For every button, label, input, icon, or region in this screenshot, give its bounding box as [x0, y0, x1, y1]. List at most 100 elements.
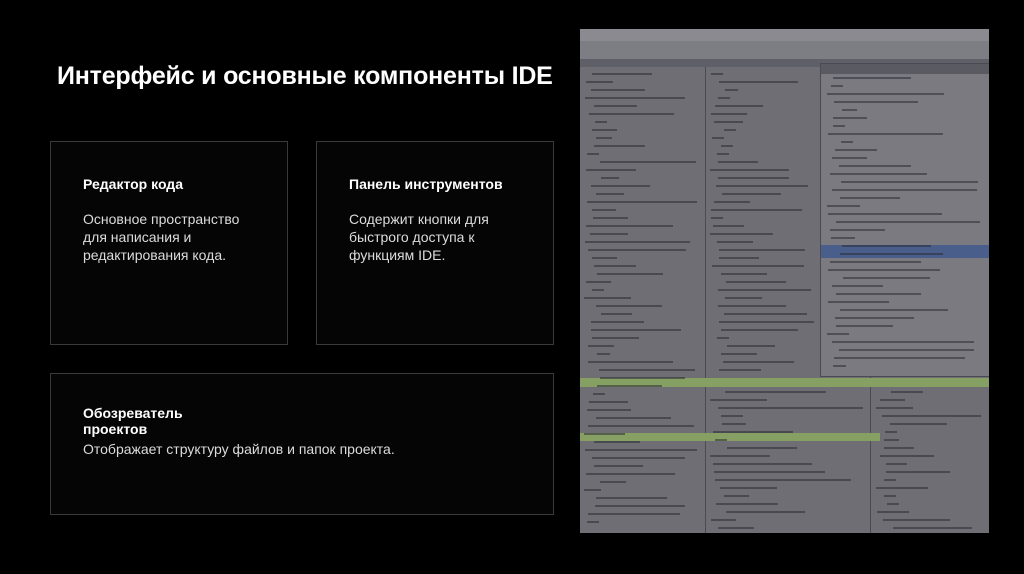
- code-line: [592, 289, 604, 291]
- card-body: Отображает структуру файлов и папок прое…: [83, 441, 395, 457]
- code-line: [882, 415, 981, 417]
- card-toolbar: Панель инструментов Содержит кнопки для …: [316, 141, 554, 345]
- code-line: [836, 293, 921, 295]
- code-line: [592, 73, 652, 75]
- code-line: [715, 479, 851, 481]
- code-line: [840, 309, 948, 311]
- code-line: [713, 431, 793, 433]
- code-line: [600, 377, 685, 379]
- code-line: [877, 511, 909, 513]
- code-line: [586, 225, 673, 227]
- card-project-explorer: Обозреватель проектов Отображает структу…: [50, 373, 554, 515]
- code-line: [723, 361, 794, 363]
- code-line: [716, 503, 778, 505]
- code-line: [588, 345, 614, 347]
- pane-divider: [705, 67, 706, 533]
- code-line: [830, 261, 921, 263]
- code-line: [593, 393, 605, 395]
- code-line: [832, 285, 883, 287]
- code-line: [841, 141, 853, 143]
- code-line: [591, 185, 650, 187]
- code-line: [725, 391, 826, 393]
- code-line: [596, 193, 624, 195]
- code-line: [876, 407, 913, 409]
- code-line: [601, 177, 619, 179]
- code-line: [599, 369, 695, 371]
- code-line: [886, 463, 907, 465]
- code-line: [590, 233, 628, 235]
- code-line: [584, 297, 631, 299]
- code-line: [834, 357, 965, 359]
- code-line: [830, 229, 885, 231]
- code-line: [714, 471, 825, 473]
- code-line: [884, 439, 899, 441]
- code-line: [589, 401, 628, 403]
- code-line: [585, 449, 697, 451]
- slide-title: Интерфейс и основные компоненты IDE: [57, 62, 553, 90]
- code-line: [597, 353, 610, 355]
- code-line: [887, 503, 899, 505]
- code-line: [841, 181, 978, 183]
- code-line: [725, 297, 762, 299]
- code-line: [596, 497, 667, 499]
- code-line: [835, 149, 877, 151]
- code-line: [884, 479, 896, 481]
- code-line: [884, 447, 914, 449]
- code-line: [724, 129, 736, 131]
- code-line: [584, 433, 625, 435]
- code-line: [880, 455, 934, 457]
- code-line: [589, 113, 674, 115]
- code-line: [585, 97, 685, 99]
- ide-screenshot-image: [580, 29, 989, 533]
- code-line: [727, 345, 775, 347]
- code-line: [600, 481, 626, 483]
- code-line: [721, 145, 733, 147]
- code-line: [717, 153, 729, 155]
- code-line: [831, 237, 855, 239]
- code-line: [891, 391, 923, 393]
- code-line: [591, 329, 681, 331]
- code-line: [833, 117, 867, 119]
- code-line: [710, 455, 770, 457]
- code-line: [711, 73, 723, 75]
- code-line: [714, 201, 750, 203]
- code-line: [715, 105, 763, 107]
- popup-header: [821, 64, 989, 74]
- code-line: [594, 441, 640, 443]
- code-line: [587, 153, 599, 155]
- code-line: [830, 173, 927, 175]
- code-line: [828, 213, 942, 215]
- code-line: [596, 137, 612, 139]
- code-line: [710, 399, 767, 401]
- code-line: [719, 321, 814, 323]
- code-line: [833, 125, 845, 127]
- code-line: [828, 301, 889, 303]
- code-line: [595, 505, 685, 507]
- code-line: [588, 425, 694, 427]
- code-line: [834, 101, 918, 103]
- code-line: [893, 527, 972, 529]
- code-line: [710, 233, 773, 235]
- code-line: [722, 423, 746, 425]
- code-line: [711, 113, 747, 115]
- code-line: [597, 385, 662, 387]
- code-line: [713, 225, 744, 227]
- code-line: [839, 349, 974, 351]
- code-line: [827, 93, 944, 95]
- code-line: [591, 321, 644, 323]
- code-line: [711, 519, 736, 521]
- code-line: [601, 313, 632, 315]
- code-line: [880, 399, 905, 401]
- card-body: Содержит кнопки для быстрого доступа к ф…: [349, 211, 489, 263]
- code-line: [712, 137, 724, 139]
- code-line: [715, 439, 727, 441]
- highlight-line: [580, 433, 880, 441]
- code-line: [718, 407, 863, 409]
- code-line: [722, 193, 781, 195]
- code-line: [721, 329, 798, 331]
- code-line: [714, 121, 743, 123]
- code-line: [720, 487, 777, 489]
- code-line: [592, 337, 639, 339]
- code-line: [884, 495, 896, 497]
- code-line: [832, 341, 974, 343]
